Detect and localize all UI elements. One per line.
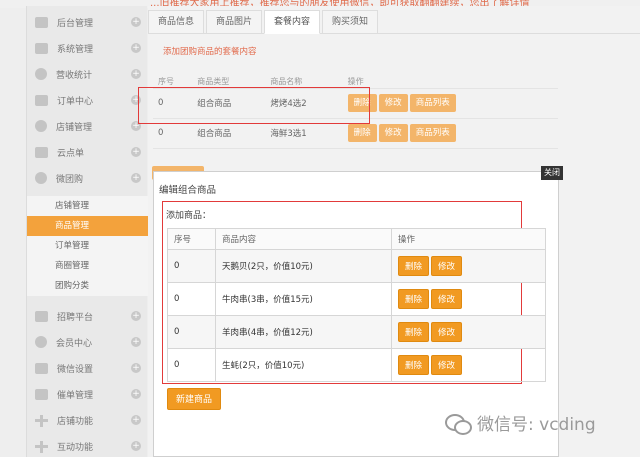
expand-icon[interactable]: + <box>131 337 141 347</box>
table-row: 0 生蚝(2只，价值10元) 删除 修改 <box>167 348 546 382</box>
table-row: 0 牛肉串(3串，价值15元) 删除 修改 <box>167 282 546 316</box>
delete-button[interactable]: 删除 <box>398 355 430 375</box>
tab-bar: 商品信息 商品图片 套餐内容 购买须知 <box>148 10 640 34</box>
sidebar-item-recruit[interactable]: 招聘平台 + <box>27 304 148 328</box>
plus-icon <box>35 440 48 453</box>
product-list-button[interactable]: 商品列表 <box>409 124 456 142</box>
grid-icon <box>35 42 48 54</box>
group-icon <box>35 172 47 184</box>
sidebar: 后台管理 + 系统管理 + 营收统计 + 订单中心 + 店铺管理 + 云点单 + 微团购 + … <box>26 6 148 457</box>
expand-icon[interactable]: + <box>131 415 141 425</box>
pie-chart-icon <box>35 120 47 132</box>
add-package-link[interactable]: 添加团购商品的套餐内容 <box>163 45 257 57</box>
cloud-icon <box>35 146 48 158</box>
wechat-icon <box>445 412 472 435</box>
col-actions: 操作 <box>391 228 546 250</box>
grid-icon <box>35 310 48 322</box>
mail-icon <box>35 362 48 374</box>
tab-purchase-notes[interactable]: 购买须知 <box>322 10 379 34</box>
sidebar-item-store[interactable]: 店铺管理 + <box>27 114 148 138</box>
edit-button[interactable]: 修改 <box>431 289 463 309</box>
inbox-icon <box>35 94 48 106</box>
expand-icon[interactable]: + <box>131 43 141 53</box>
tab-product-images[interactable]: 商品图片 <box>206 10 263 34</box>
col-actions: 操作 <box>342 76 558 89</box>
sidebar-item-interaction[interactable]: 互动功能 + <box>27 434 148 457</box>
sidebar-subitem-orders[interactable]: 订单管理 <box>27 236 148 256</box>
expand-icon[interactable]: + <box>131 69 141 79</box>
watermark-text: 微信号: vcding <box>477 415 596 435</box>
delete-button[interactable]: 删除 <box>398 289 430 309</box>
tab-product-info[interactable]: 商品信息 <box>148 10 205 34</box>
expand-icon[interactable]: + <box>131 363 141 373</box>
col-no: 序号 <box>167 228 216 250</box>
sidebar-item-orders[interactable]: 订单中心 + <box>27 88 148 112</box>
sidebar-item-cloud-order[interactable]: 云点单 + <box>27 140 148 164</box>
sidebar-item-admin[interactable]: 后台管理 + <box>27 10 148 34</box>
sidebar-subitem-business-area[interactable]: 商圈管理 <box>27 256 148 276</box>
close-button[interactable]: 关闭 <box>541 166 563 180</box>
sidebar-item-store-functions[interactable]: 店铺功能 + <box>27 408 148 432</box>
product-list-button[interactable]: 商品列表 <box>409 94 456 112</box>
combo-items-table: 序号 商品内容 操作 0 天鹅贝(2只，价值10元) 删除 修改 0 牛肉串(3串… <box>167 228 546 382</box>
new-product-button[interactable]: 新建商品 <box>167 388 222 410</box>
edit-button[interactable]: 修改 <box>431 355 463 375</box>
plus-icon <box>35 414 48 427</box>
user-icon <box>35 336 47 348</box>
add-product-label: 添加商品： <box>166 211 212 221</box>
expand-icon[interactable]: + <box>131 389 141 399</box>
expand-icon[interactable]: + <box>131 311 141 321</box>
tab-package-content[interactable]: 套餐内容 <box>264 10 321 34</box>
modal-title: 编辑组合商品 <box>159 185 217 196</box>
expand-icon[interactable]: + <box>131 17 141 27</box>
delete-button[interactable]: 删除 <box>347 124 377 142</box>
col-content: 商品内容 <box>215 228 392 250</box>
delete-button[interactable]: 删除 <box>398 256 430 276</box>
edit-button[interactable]: 修改 <box>378 124 408 142</box>
sidebar-item-system[interactable]: 系统管理 + <box>27 36 148 60</box>
sidebar-item-revenue[interactable]: 营收统计 + <box>27 62 148 86</box>
edit-button[interactable]: 修改 <box>378 94 408 112</box>
grid-icon <box>35 16 48 28</box>
edit-button[interactable]: 修改 <box>431 322 463 342</box>
sidebar-subitem-products[interactable]: 商品管理 <box>27 216 148 236</box>
delete-button[interactable]: 删除 <box>398 322 430 342</box>
inbox-icon <box>35 388 48 400</box>
dashboard-icon <box>35 68 47 80</box>
expand-icon[interactable]: + <box>131 147 141 157</box>
watermark: 微信号: vcding <box>445 410 596 435</box>
sidebar-item-group-buy[interactable]: 微团购 + <box>27 166 148 190</box>
sidebar-subitem-category[interactable]: 团购分类 <box>27 276 148 296</box>
sidebar-subitem-store[interactable]: 店铺管理 <box>27 196 148 216</box>
table-row: 0 羊肉串(4串，价值12元) 删除 修改 <box>167 315 546 349</box>
collapse-icon[interactable]: + <box>131 173 141 183</box>
highlight-box <box>138 87 370 124</box>
table-row: 0 天鹅贝(2只，价值10元) 删除 修改 <box>167 249 546 283</box>
expand-icon[interactable]: + <box>131 441 141 451</box>
sidebar-item-members[interactable]: 会员中心 + <box>27 330 148 354</box>
edit-button[interactable]: 修改 <box>431 256 463 276</box>
sidebar-item-wechat-settings[interactable]: 微信设置 + <box>27 356 148 380</box>
sidebar-item-reminder[interactable]: 催单管理 + <box>27 382 148 406</box>
